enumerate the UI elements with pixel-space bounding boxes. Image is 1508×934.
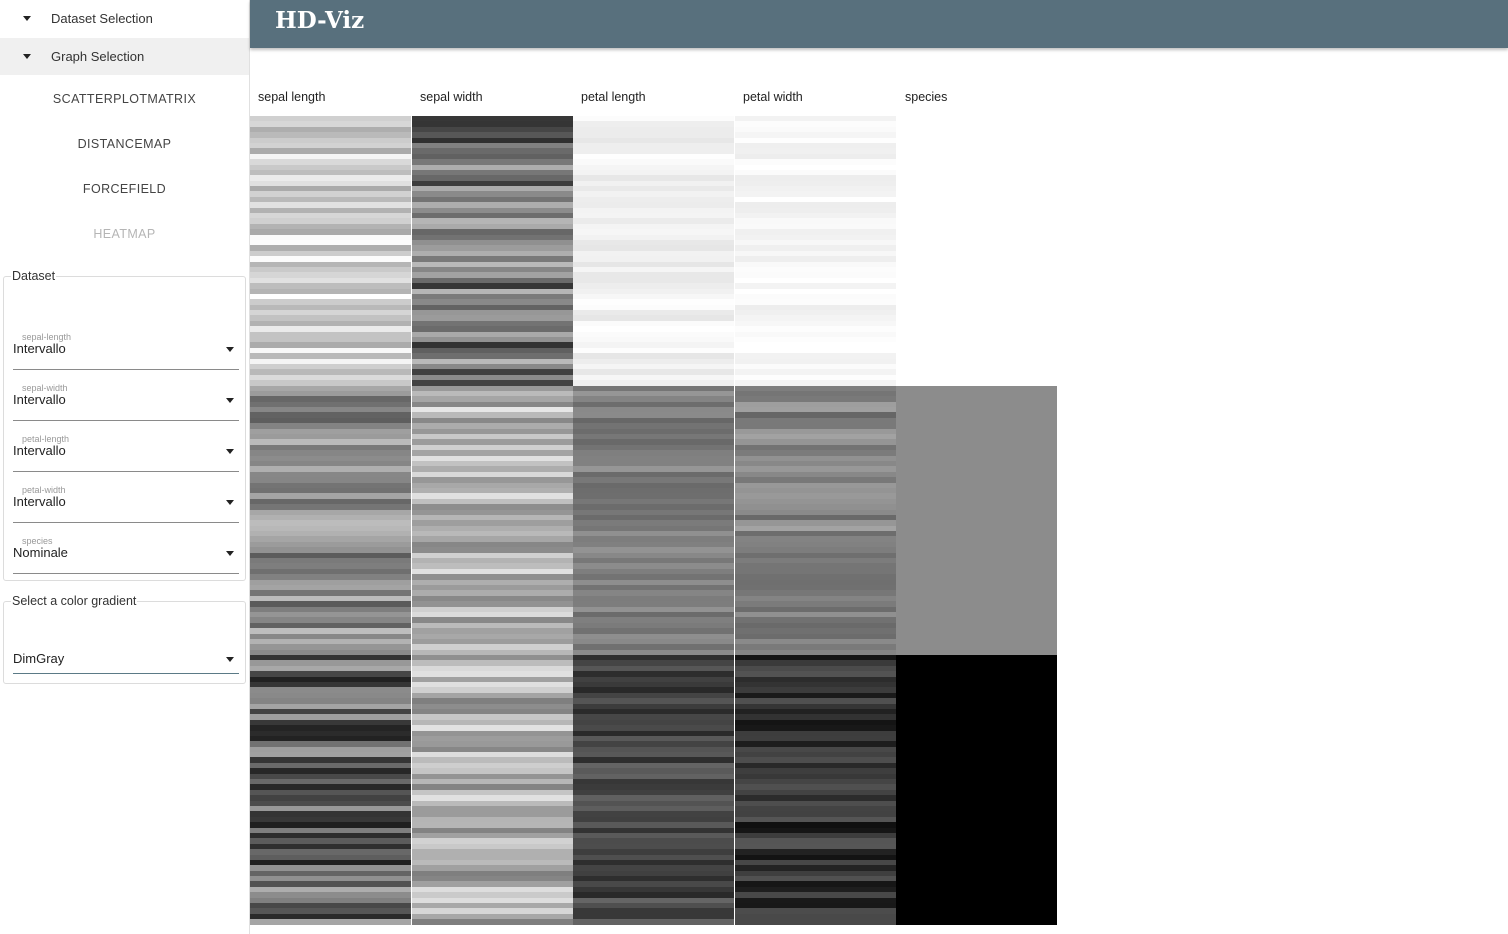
accordion-graph-selection[interactable]: Graph Selection: [0, 38, 249, 75]
caret-down-icon: [23, 16, 31, 21]
dataset-legend: Dataset: [12, 269, 56, 283]
accordion-label: Dataset Selection: [51, 11, 153, 26]
dropdown-arrow-icon: [226, 449, 234, 454]
color-gradient-select[interactable]: DimGray: [13, 627, 239, 674]
scatterplotmatrix-button[interactable]: SCATTERPLOTMATRIX: [0, 79, 249, 119]
accordion-dataset-selection[interactable]: Dataset Selection: [0, 0, 249, 37]
color-gradient-panel: Select a color gradient DimGray: [3, 594, 246, 684]
heatmap-column: [250, 116, 411, 925]
field-value: Intervallo: [13, 494, 66, 509]
sepal-length-select[interactable]: sepal-length Intervallo: [13, 323, 239, 370]
heatmap-button: HEATMAP: [93, 227, 156, 241]
heatmap-chart: sepal length sepal width petal length pe…: [250, 80, 1058, 925]
heatmap-cell: [896, 919, 1058, 925]
dropdown-arrow-icon: [226, 347, 234, 352]
dropdown-arrow-icon: [226, 551, 234, 556]
heatmap-column: [411, 116, 573, 925]
petal-length-select[interactable]: petal-length Intervallo: [13, 425, 239, 472]
heatmap-column: [734, 116, 896, 925]
column-label: species: [905, 90, 948, 104]
heatmap-column: [573, 116, 735, 925]
forcefield-button[interactable]: FORCEFIELD: [0, 169, 249, 209]
column-label: petal length: [581, 90, 646, 104]
color-gradient-legend: Select a color gradient: [12, 594, 137, 608]
petal-width-select[interactable]: petal-width Intervallo: [13, 476, 239, 523]
field-value: Intervallo: [13, 443, 66, 458]
column-label: sepal length: [258, 90, 326, 104]
heatmap-cell: [573, 919, 735, 925]
heatmap-cell: [411, 919, 573, 925]
distancemap-button[interactable]: DISTANCEMAP: [0, 124, 249, 164]
column-label: petal width: [743, 90, 803, 104]
dropdown-arrow-icon: [226, 500, 234, 505]
heatmap-cell: [734, 919, 896, 925]
column-label: sepal width: [420, 90, 483, 104]
app-header: HD-Viz: [250, 0, 1508, 48]
app-title: HD-Viz: [275, 7, 365, 34]
dropdown-arrow-icon: [226, 398, 234, 403]
dataset-panel: Dataset sepal-length Intervallo sepal-wi…: [3, 269, 246, 581]
heatmap-column: [896, 116, 1058, 925]
heatmap-cell: [250, 919, 411, 925]
field-value: Intervallo: [13, 392, 66, 407]
dropdown-arrow-icon: [226, 657, 234, 662]
field-value: Intervallo: [13, 341, 66, 356]
sidebar: Dataset Selection Graph Selection SCATTE…: [0, 0, 250, 934]
field-value: Nominale: [13, 545, 68, 560]
sepal-width-select[interactable]: sepal-width Intervallo: [13, 374, 239, 421]
gradient-value: DimGray: [13, 651, 65, 666]
species-select[interactable]: species Nominale: [13, 527, 239, 574]
accordion-label: Graph Selection: [51, 49, 145, 64]
caret-down-icon: [23, 54, 31, 59]
